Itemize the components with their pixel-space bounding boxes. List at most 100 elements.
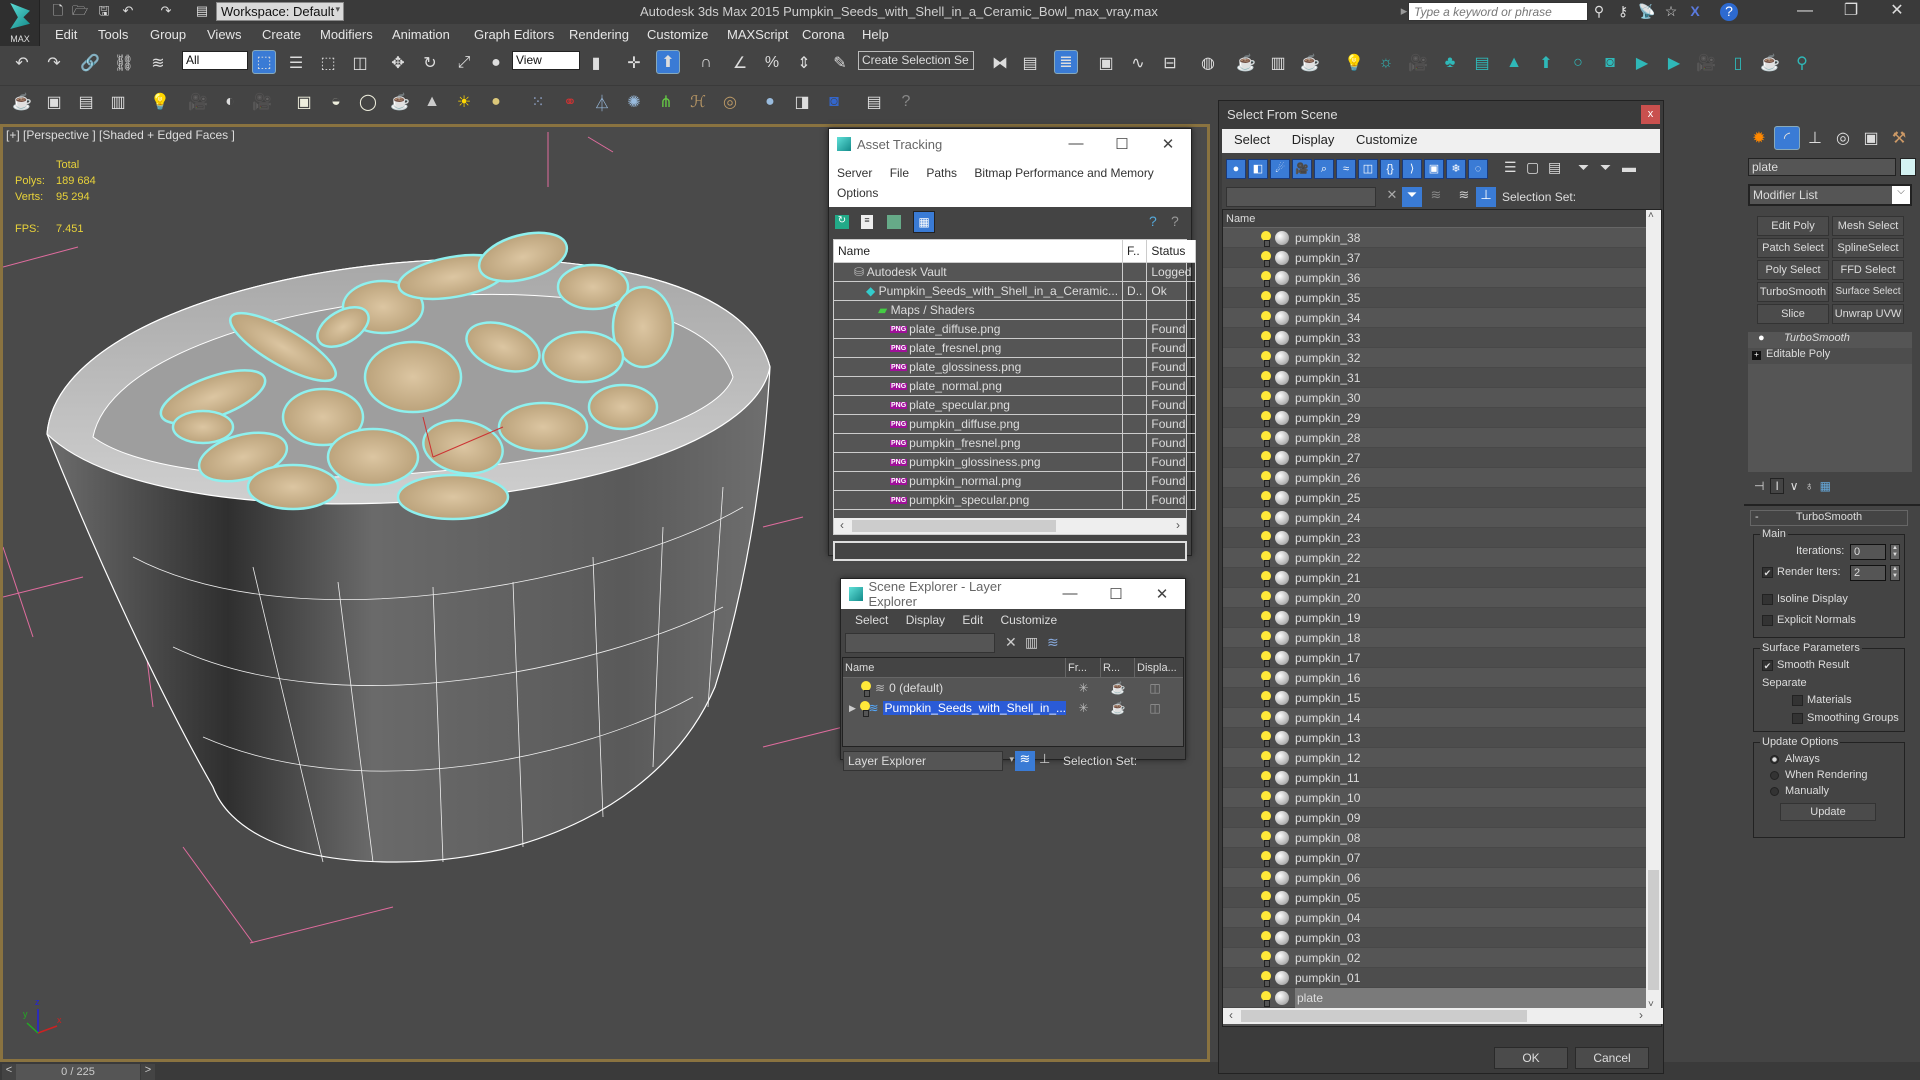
asset-path-field[interactable] — [833, 540, 1187, 561]
visibility-bulb-icon[interactable] — [1261, 230, 1271, 247]
light-lister-icon[interactable]: 💡 — [148, 90, 172, 114]
update-manually-radio[interactable]: Manually — [1770, 785, 1829, 797]
material-sphere-icon[interactable]: ● — [758, 90, 782, 114]
find-input[interactable] — [1226, 187, 1376, 207]
display-bones-icon[interactable]: ⟩ — [1402, 159, 1422, 179]
unlink-icon[interactable]: ⛓ — [112, 51, 136, 75]
layer-filter-icon[interactable]: ≋ — [1426, 187, 1446, 207]
object-list-item[interactable]: pumpkin_08 — [1223, 828, 1647, 848]
time-slider[interactable]: 0 / 225 — [16, 1064, 140, 1080]
patch-select-button[interactable]: Patch Select — [1757, 238, 1829, 258]
minimize-button[interactable]: — — [1053, 135, 1099, 153]
turbosmooth-button[interactable]: TurboSmooth — [1757, 282, 1829, 302]
scroll-right-icon[interactable]: › — [1170, 518, 1186, 532]
menu-corona[interactable]: Corona — [802, 27, 845, 42]
render-setup-icon[interactable]: ☕ — [1234, 51, 1258, 75]
visibility-bulb-icon[interactable] — [1261, 970, 1271, 987]
hair-icon[interactable]: ℋ — [686, 90, 710, 114]
modifier-on-icon[interactable]: ● — [1758, 332, 1765, 344]
update-button[interactable]: Update — [1780, 803, 1876, 821]
refresh-icon[interactable]: ↻ — [835, 215, 849, 229]
sphere-light-icon[interactable]: ◯ — [356, 90, 380, 114]
select-object-icon[interactable]: ⬚ — [252, 50, 276, 74]
asset-row[interactable]: PNG plate_glossiness.png Found — [834, 357, 1197, 377]
object-list-item[interactable]: pumpkin_21 — [1223, 568, 1647, 588]
rotate-icon[interactable]: ↻ — [418, 51, 442, 75]
visibility-bulb-icon[interactable] — [1261, 550, 1271, 567]
visibility-bulb-icon[interactable] — [1261, 390, 1271, 407]
menu-server[interactable]: Server — [837, 166, 872, 180]
menu-customize[interactable]: Customize — [1356, 132, 1417, 147]
menu-edit[interactable]: Edit — [55, 27, 77, 42]
object-name-field[interactable]: plate — [1748, 158, 1896, 176]
column-name[interactable]: Name — [1223, 210, 1647, 228]
close-button[interactable]: ✕ — [1874, 0, 1920, 24]
sort-by-hierarchy-icon[interactable]: ⊥ — [1039, 751, 1050, 767]
object-list-item[interactable]: pumpkin_25 — [1223, 488, 1647, 508]
undo-icon[interactable]: ↶ — [120, 3, 136, 19]
close-button[interactable]: x — [1641, 105, 1660, 124]
vray-rt-icon[interactable]: ▶ — [1630, 51, 1654, 75]
visibility-bulb-icon[interactable] — [1261, 490, 1271, 507]
clear-find-icon[interactable]: ✕ — [1382, 187, 1402, 207]
visibility-bulb-icon[interactable] — [1261, 850, 1271, 867]
object-list-item[interactable]: pumpkin_29 — [1223, 408, 1647, 428]
object-list-item[interactable]: pumpkin_30 — [1223, 388, 1647, 408]
display-groups-icon[interactable]: ◫ — [1358, 159, 1378, 179]
display-helpers-icon[interactable]: ⌕ — [1314, 159, 1334, 179]
display-space-warps-icon[interactable]: ≈ — [1336, 159, 1356, 179]
scroll-right-icon[interactable]: › — [1633, 1008, 1649, 1022]
menu-customize[interactable]: Customize — [647, 27, 708, 42]
key-icon[interactable]: ⚷ — [1614, 3, 1632, 21]
asset-row[interactable]: PNG pumpkin_fresnel.png Found — [834, 433, 1197, 453]
new-file-icon[interactable]: 🗋 — [50, 3, 66, 19]
menu-modifiers[interactable]: Modifiers — [320, 27, 373, 42]
help-icon[interactable]: ? — [1720, 3, 1738, 21]
plane-light-icon[interactable]: ▣ — [292, 90, 316, 114]
fur-icon[interactable]: ⋔ — [654, 90, 678, 114]
object-list-item[interactable]: pumpkin_32 — [1223, 348, 1647, 368]
visibility-bulb-icon[interactable] — [1261, 810, 1271, 827]
object-list-item[interactable]: pumpkin_35 — [1223, 288, 1647, 308]
curve-editor-icon[interactable]: ∿ — [1126, 51, 1150, 75]
scene-explorer-icon[interactable]: ▣ — [1094, 51, 1118, 75]
filter-toggle-icon[interactable]: ⏷ — [1402, 187, 1422, 207]
turbosmooth-rollout-header[interactable]: - TurboSmooth — [1750, 510, 1908, 526]
visibility-bulb-icon[interactable] — [1261, 470, 1271, 487]
explicit-normals-checkbox[interactable]: Explicit Normals — [1762, 614, 1856, 626]
menu-options[interactable]: Options — [837, 186, 878, 200]
vray-camera-add-icon[interactable]: 🎥 — [1694, 51, 1718, 75]
visibility-bulb-icon[interactable] — [1261, 350, 1271, 367]
render-teapot-icon[interactable]: ☕ — [1101, 681, 1135, 695]
render-iters-checkbox[interactable]: ✔ Render Iters: — [1762, 566, 1841, 578]
object-list-item[interactable]: pumpkin_11 — [1223, 768, 1647, 788]
list-view-icon[interactable]: ≡ — [861, 215, 873, 229]
render-iters-spinner-arrows[interactable]: ▲ ▼ — [1890, 565, 1900, 581]
redo-icon[interactable]: ↷ — [158, 3, 174, 19]
object-list-item[interactable]: pumpkin_17 — [1223, 648, 1647, 668]
freeze-icon[interactable]: ✳ — [1066, 681, 1101, 695]
visibility-bulb-icon[interactable] — [1261, 990, 1271, 1007]
mesh-light-icon[interactable]: ☕ — [388, 90, 412, 114]
display-box-icon[interactable]: ◫ — [1135, 681, 1175, 695]
help-icon[interactable]: ? — [894, 90, 918, 114]
snaps-toggle-icon[interactable]: ∩ — [694, 51, 718, 75]
scroll-thumb[interactable] — [1241, 1010, 1527, 1022]
visibility-bulb-icon[interactable] — [1261, 370, 1271, 387]
spline-select-button[interactable]: SplineSelect — [1832, 238, 1904, 258]
render-production-icon[interactable]: ☕ — [1298, 51, 1322, 75]
undo-icon[interactable]: ↶ — [10, 51, 34, 75]
visibility-bulb-icon[interactable] — [1261, 650, 1271, 667]
select-from-scene-titlebar[interactable]: Select From Scene x — [1219, 101, 1663, 129]
iterations-spinner[interactable]: 0 — [1850, 544, 1886, 560]
spinner-snap-icon[interactable]: ⇕ — [792, 51, 816, 75]
sort-by-layer-icon[interactable]: ≋ — [1015, 751, 1035, 771]
display-xrefs-icon[interactable]: {} — [1380, 159, 1400, 179]
update-when-rendering-radio[interactable]: When Rendering — [1770, 769, 1868, 781]
schematic-view-icon[interactable]: ⊟ — [1158, 51, 1182, 75]
save-icon[interactable]: 🖫 — [96, 3, 112, 19]
exchange-x-icon[interactable]: X — [1686, 3, 1704, 21]
object-list-item[interactable]: pumpkin_34 — [1223, 308, 1647, 328]
camera-icon[interactable]: 🎥 — [186, 90, 210, 114]
asset-row[interactable]: PNG pumpkin_specular.png Found — [834, 490, 1197, 510]
